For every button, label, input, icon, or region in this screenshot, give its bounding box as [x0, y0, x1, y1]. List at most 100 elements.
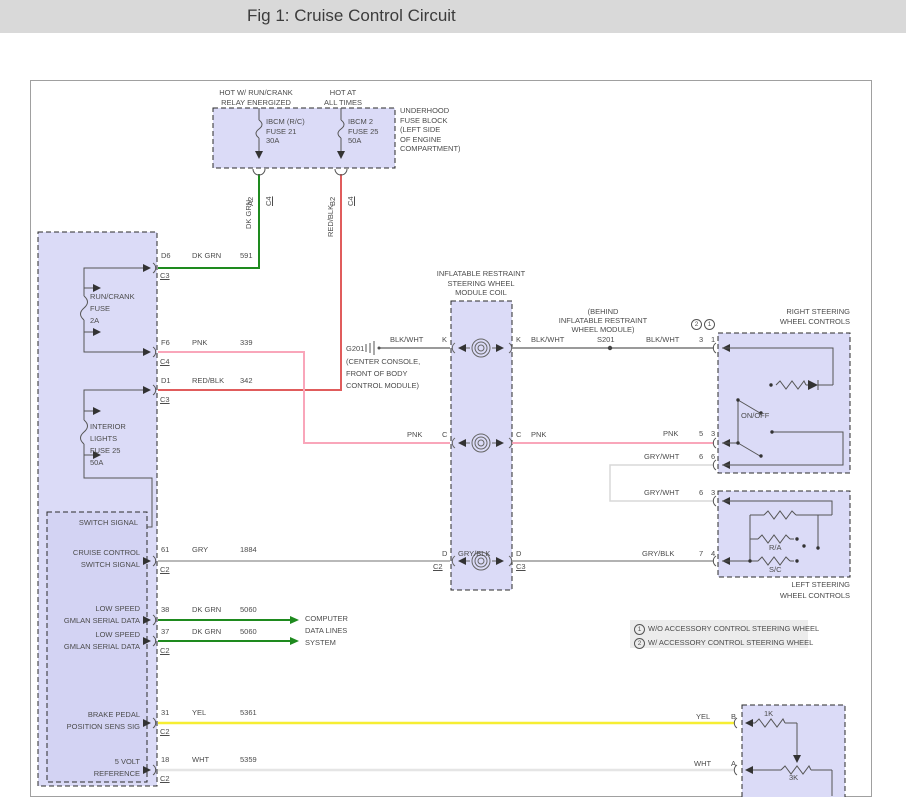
- resistor-1k-label: 1K: [764, 709, 774, 718]
- circuit-number: 1884: [240, 545, 257, 554]
- wire-color-label: PNK: [192, 338, 208, 347]
- coil-pin-d-right: D: [516, 549, 522, 558]
- coil-pin-d-left: D: [442, 549, 448, 558]
- pin-number: 4: [711, 549, 716, 558]
- fuse-label-interior-lights: INTERIOR LIGHTS FUSE 25 50A: [90, 422, 126, 467]
- wire-label-gry-blk: GRY/BLK: [458, 549, 491, 558]
- coil-connector-c3: C3: [516, 562, 526, 571]
- circuit-number: 5060: [240, 605, 257, 614]
- wire-label-red-blk-vert: RED/BLK: [326, 204, 335, 237]
- pin-a: A: [731, 759, 737, 768]
- wire-label-gry-wht: GRY/WHT: [644, 452, 680, 461]
- label-5v-reference: 5 VOLT REFERENCE: [93, 757, 140, 778]
- wire-label-pnk: PNK: [663, 429, 679, 438]
- wire-color-label: YEL: [192, 708, 207, 717]
- wire-label-yel: YEL: [696, 712, 711, 721]
- right-controls-title: RIGHT STEERING WHEEL CONTROLS: [779, 307, 850, 326]
- pin-number: 5: [699, 429, 704, 438]
- wire-label-pnk: PNK: [407, 430, 423, 439]
- ground-symbol-g201: [365, 341, 381, 355]
- coil-title: INFLATABLE RESTRAINT STEERING WHEEL MODU…: [436, 269, 526, 297]
- label-ra: R/A: [769, 543, 782, 552]
- wire-label-blk-wht: BLK/WHT: [390, 335, 424, 344]
- wires: [158, 174, 734, 772]
- wire-color-label: GRY: [192, 545, 209, 554]
- circuit-number: 5361: [240, 708, 257, 717]
- circuit-number: 5060: [240, 627, 257, 636]
- left-controls-title: LEFT STEERING WHEEL CONTROLS: [779, 580, 850, 600]
- fuse-label-ibcm-rc: IBCM (R/C) FUSE 21 30A: [266, 117, 305, 145]
- pin-b: B: [731, 712, 737, 721]
- label-cruise-control-switch-signal: CRUISE CONTROL SWITCH SIGNAL: [72, 548, 140, 569]
- connector-c4-right: C4: [346, 196, 355, 206]
- arrow-data-line-a: [290, 616, 299, 624]
- pin-number: 1: [711, 335, 716, 344]
- wire-label-blk-wht: BLK/WHT: [646, 335, 680, 344]
- label-sc: S/C: [769, 565, 782, 574]
- wiring-diagram-page: Fig 1: Cruise Control Circuit HOT W/ RUN…: [0, 0, 906, 797]
- pin-label: 31: [161, 708, 170, 717]
- label-gmlan-a: LOW SPEED GMLAN SERIAL DATA: [63, 604, 140, 625]
- splice-s201: [607, 345, 613, 351]
- pin-number: 6: [699, 452, 704, 461]
- computer-arrows: [290, 616, 299, 645]
- wire-label-blk-wht: BLK/WHT: [531, 335, 565, 344]
- wire-label-pnk: PNK: [531, 430, 547, 439]
- pin-number: 3: [699, 335, 704, 344]
- connector-label: C3: [160, 395, 170, 404]
- connector-label: C3: [160, 271, 170, 280]
- ground-name-g201: G201: [346, 344, 365, 353]
- wire-color-label: DK GRN: [192, 251, 222, 260]
- label-on-off: ON/OFF: [741, 411, 770, 420]
- wire-label-dk-grn-vert: DK GRN: [244, 199, 253, 229]
- note-text-1: W/O ACCESSORY CONTROL STEERING WHEEL: [648, 624, 820, 633]
- coil-connector-c2: C2: [433, 562, 443, 571]
- label-computer-data-lines: COMPUTER DATA LINES SYSTEM: [305, 614, 348, 647]
- wire-color-label: DK GRN: [192, 605, 222, 614]
- circuit-number: 342: [240, 376, 253, 385]
- connector-label: C2: [160, 774, 170, 783]
- feed-label-left: HOT W/ RUN/CRANK RELAY ENERGIZED: [219, 88, 293, 107]
- connector-label: C2: [160, 727, 170, 736]
- note-text-2: W/ ACCESSORY CONTROL STEERING WHEEL: [648, 638, 814, 647]
- label-gmlan-b: LOW SPEED GMLAN SERIAL DATA: [63, 630, 140, 651]
- pin-label: 61: [161, 545, 170, 554]
- pin-label: 38: [161, 605, 170, 614]
- connector-label: C2: [160, 565, 170, 574]
- coil-pin-c-right: C: [516, 430, 522, 439]
- pin-label: D6: [161, 251, 171, 260]
- wire-color-label: DK GRN: [192, 627, 222, 636]
- pin-number: 6: [699, 488, 704, 497]
- wire-label-gry-blk: GRY/BLK: [642, 549, 675, 558]
- note-circle-2: 2: [634, 638, 645, 649]
- ground-location: (CENTER CONSOLE, FRONT OF BODY CONTROL M…: [346, 357, 421, 390]
- label-switch-signal: SWITCH SIGNAL: [78, 518, 138, 527]
- fuse-label-ibcm-2: IBCM 2 FUSE 25 50A: [348, 117, 379, 145]
- pin-label: 18: [161, 755, 170, 764]
- splice-name-s201: S201: [597, 335, 615, 344]
- pin-number: 3: [711, 429, 716, 438]
- footnote-circle-2: 2: [691, 319, 702, 330]
- wire-label-gry-wht: GRY/WHT: [644, 488, 680, 497]
- coil-pin-c-left: C: [442, 430, 448, 439]
- coil-pin-k-left: K: [442, 335, 448, 344]
- feed-label-right: HOT AT ALL TIMES: [324, 88, 362, 107]
- wire-color-label: WHT: [192, 755, 210, 764]
- label-brake-pedal: BRAKE PEDAL POSITION SENS SIG: [66, 710, 140, 731]
- connector-label: C4: [160, 357, 170, 366]
- switch-module-box: [741, 704, 846, 797]
- pin-label: 37: [161, 627, 170, 636]
- pin-number: 6: [711, 452, 716, 461]
- fuse-block-name: UNDERHOOD FUSE BLOCK (LEFT SIDE OF ENGIN…: [400, 106, 461, 153]
- module-boxes: [37, 107, 851, 797]
- circuit-number: 591: [240, 251, 253, 260]
- pin-label: F6: [161, 338, 170, 347]
- wire-color-label: RED/BLK: [192, 376, 225, 385]
- pin-number: 3: [711, 488, 716, 497]
- note-circle-1: 1: [634, 624, 645, 635]
- footnote-circle-1: 1: [704, 319, 715, 330]
- connector-c4-left: C4: [264, 196, 273, 206]
- circuit-number: 5359: [240, 755, 257, 764]
- pin-number: 7: [699, 549, 704, 558]
- resistor-3k-label: 3K: [789, 773, 799, 782]
